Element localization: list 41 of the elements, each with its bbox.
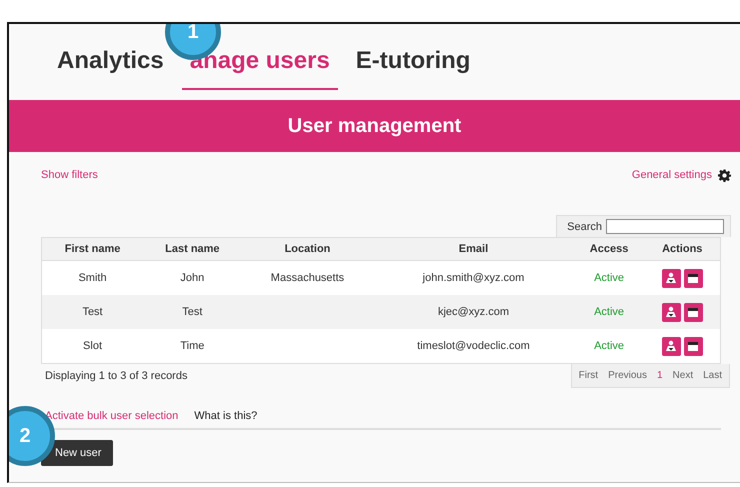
page-link[interactable]: Last <box>698 370 727 381</box>
table-cell: Smith <box>78 272 107 284</box>
table-cell: john.smith@xyz.com <box>422 272 524 284</box>
table-cell: Massachusetts <box>270 272 344 284</box>
page-link[interactable]: Next <box>668 370 698 381</box>
page-link[interactable]: Previous <box>603 370 652 381</box>
table-cell: Active <box>594 272 624 284</box>
general-settings-link[interactable]: General settings <box>632 169 712 181</box>
page-link[interactable]: First <box>574 370 604 381</box>
column-header: Actions <box>644 238 720 260</box>
table-cell: John <box>180 272 204 284</box>
column-header: Access <box>574 238 644 260</box>
user-icon[interactable] <box>662 268 681 288</box>
calendar-icon[interactable] <box>684 302 703 322</box>
user-icon[interactable] <box>662 336 681 356</box>
calendar-icon[interactable] <box>684 336 703 356</box>
table-cell: Active <box>594 340 624 352</box>
bulk-selection-link[interactable]: Activate bulk user selection <box>45 410 178 422</box>
search-field[interactable] <box>606 219 724 234</box>
table-cell: Test <box>82 306 103 318</box>
settings-icon[interactable] <box>718 168 731 182</box>
records-info: Displaying 1 to 3 of 3 records <box>44 369 188 382</box>
table-cell: timeslot@vodeclic.com <box>417 340 530 352</box>
column-header: Email <box>373 238 574 260</box>
new-user-button[interactable]: New user <box>41 440 114 466</box>
help-link[interactable]: What is this? <box>194 410 258 422</box>
nav-tab[interactable]: E-tutoring <box>348 42 478 90</box>
search-label: Search <box>567 220 602 232</box>
column-header: Last name <box>143 238 242 260</box>
table-cell: Time <box>180 340 204 352</box>
table-cell: Test <box>182 306 202 318</box>
user-icon[interactable] <box>662 302 681 322</box>
page-link[interactable]: 1 <box>652 370 668 381</box>
table-cell: Slot <box>83 340 102 352</box>
table-cell: Active <box>594 306 624 318</box>
column-header: First name <box>42 238 144 260</box>
column-header: Location <box>242 238 374 260</box>
table-cell: kjec@xyz.com <box>438 306 510 318</box>
calendar-icon[interactable] <box>684 268 703 288</box>
banner-title: User management <box>288 114 462 138</box>
show-filters-link[interactable]: Show filters <box>41 169 98 181</box>
